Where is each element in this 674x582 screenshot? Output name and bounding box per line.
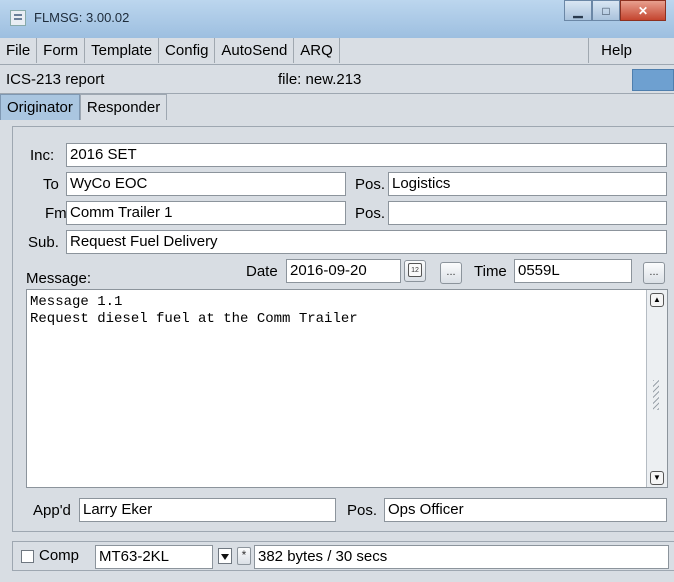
close-button[interactable]: ✕ bbox=[620, 0, 666, 21]
menu-file[interactable]: File bbox=[0, 38, 38, 63]
app-icon bbox=[10, 10, 26, 26]
maximize-button[interactable]: □ bbox=[592, 0, 620, 21]
minimize-icon: ▁ bbox=[573, 3, 583, 18]
tab-bar: Originator Responder bbox=[0, 94, 168, 122]
scroll-down-icon[interactable]: ▼ bbox=[650, 471, 664, 485]
menu-arq[interactable]: ARQ bbox=[294, 38, 340, 63]
window-controls: ▁ □ ✕ bbox=[564, 0, 666, 22]
menu-form[interactable]: Form bbox=[37, 38, 86, 63]
tab-responder[interactable]: Responder bbox=[79, 94, 168, 120]
menu-autosend[interactable]: AutoSend bbox=[215, 38, 295, 63]
star-button[interactable]: * bbox=[237, 547, 251, 565]
status-row: ICS-213 report file: new.213 bbox=[0, 65, 674, 94]
file-name: file: new.213 bbox=[278, 71, 362, 88]
date-field[interactable]: 2016-09-20 bbox=[286, 259, 401, 283]
fm-pos-label: Pos. bbox=[355, 205, 386, 222]
time-field[interactable]: 0559L bbox=[514, 259, 632, 283]
chevron-down-icon[interactable] bbox=[218, 548, 232, 564]
message-scrollbar[interactable]: ▲ ▼ bbox=[646, 290, 667, 487]
fm-pos-field[interactable] bbox=[388, 201, 667, 225]
size-info: 382 bytes / 30 secs bbox=[254, 545, 669, 569]
comp-checkbox[interactable] bbox=[21, 550, 34, 563]
resize-grip-icon bbox=[653, 380, 659, 410]
maximize-icon: □ bbox=[602, 3, 610, 18]
time-more-button[interactable]: ... bbox=[643, 262, 665, 284]
mode-select[interactable]: MT63-2KL bbox=[95, 545, 213, 569]
transfer-bar: Comp MT63-2KL * 382 bytes / 30 secs bbox=[12, 541, 674, 571]
message-textarea[interactable]: Message 1.1 Request diesel fuel at the C… bbox=[26, 289, 668, 488]
title-bar[interactable]: FLMSG: 3.00.02 ▁ □ ✕ bbox=[0, 0, 674, 39]
time-label: Time bbox=[474, 263, 507, 280]
menu-help[interactable]: Help bbox=[588, 38, 644, 63]
message-text: Message 1.1 Request diesel fuel at the C… bbox=[30, 294, 358, 327]
menu-template[interactable]: Template bbox=[85, 38, 160, 63]
menu-config[interactable]: Config bbox=[159, 38, 216, 63]
sub-label: Sub. bbox=[28, 234, 59, 251]
scroll-up-icon[interactable]: ▲ bbox=[650, 293, 664, 307]
close-icon: ✕ bbox=[637, 3, 649, 18]
appd-field[interactable]: Larry Eker bbox=[79, 498, 336, 522]
minimize-button[interactable]: ▁ bbox=[564, 0, 592, 21]
appd-label: App'd bbox=[33, 502, 71, 519]
calendar-button[interactable]: 12 bbox=[404, 260, 426, 282]
appd-pos-field[interactable]: Ops Officer bbox=[384, 498, 667, 522]
to-pos-label: Pos. bbox=[355, 176, 386, 193]
tab-originator[interactable]: Originator bbox=[0, 94, 80, 120]
date-more-button[interactable]: ... bbox=[440, 262, 462, 284]
subject-field[interactable]: Request Fuel Delivery bbox=[66, 230, 667, 254]
window-title: FLMSG: 3.00.02 bbox=[34, 10, 130, 25]
to-label: To bbox=[43, 176, 59, 193]
to-field[interactable]: WyCo EOC bbox=[66, 172, 346, 196]
inc-label: Inc: bbox=[30, 147, 55, 164]
message-label: Message: bbox=[26, 270, 92, 287]
appd-pos-label: Pos. bbox=[347, 502, 378, 519]
form-name: ICS-213 report bbox=[6, 71, 105, 88]
status-indicator bbox=[632, 69, 674, 91]
date-label: Date bbox=[246, 263, 278, 280]
fm-label: Fm bbox=[45, 205, 67, 222]
comp-label: Comp bbox=[39, 547, 80, 564]
fm-field[interactable]: Comm Trailer 1 bbox=[66, 201, 346, 225]
to-pos-field[interactable]: Logistics bbox=[388, 172, 667, 196]
flmsg-window: FLMSG: 3.00.02 ▁ □ ✕ File Form Template … bbox=[0, 0, 674, 582]
calendar-icon: 12 bbox=[408, 263, 422, 277]
menu-bar: File Form Template Config AutoSend ARQ H… bbox=[0, 38, 674, 65]
inc-field[interactable]: 2016 SET bbox=[66, 143, 667, 167]
